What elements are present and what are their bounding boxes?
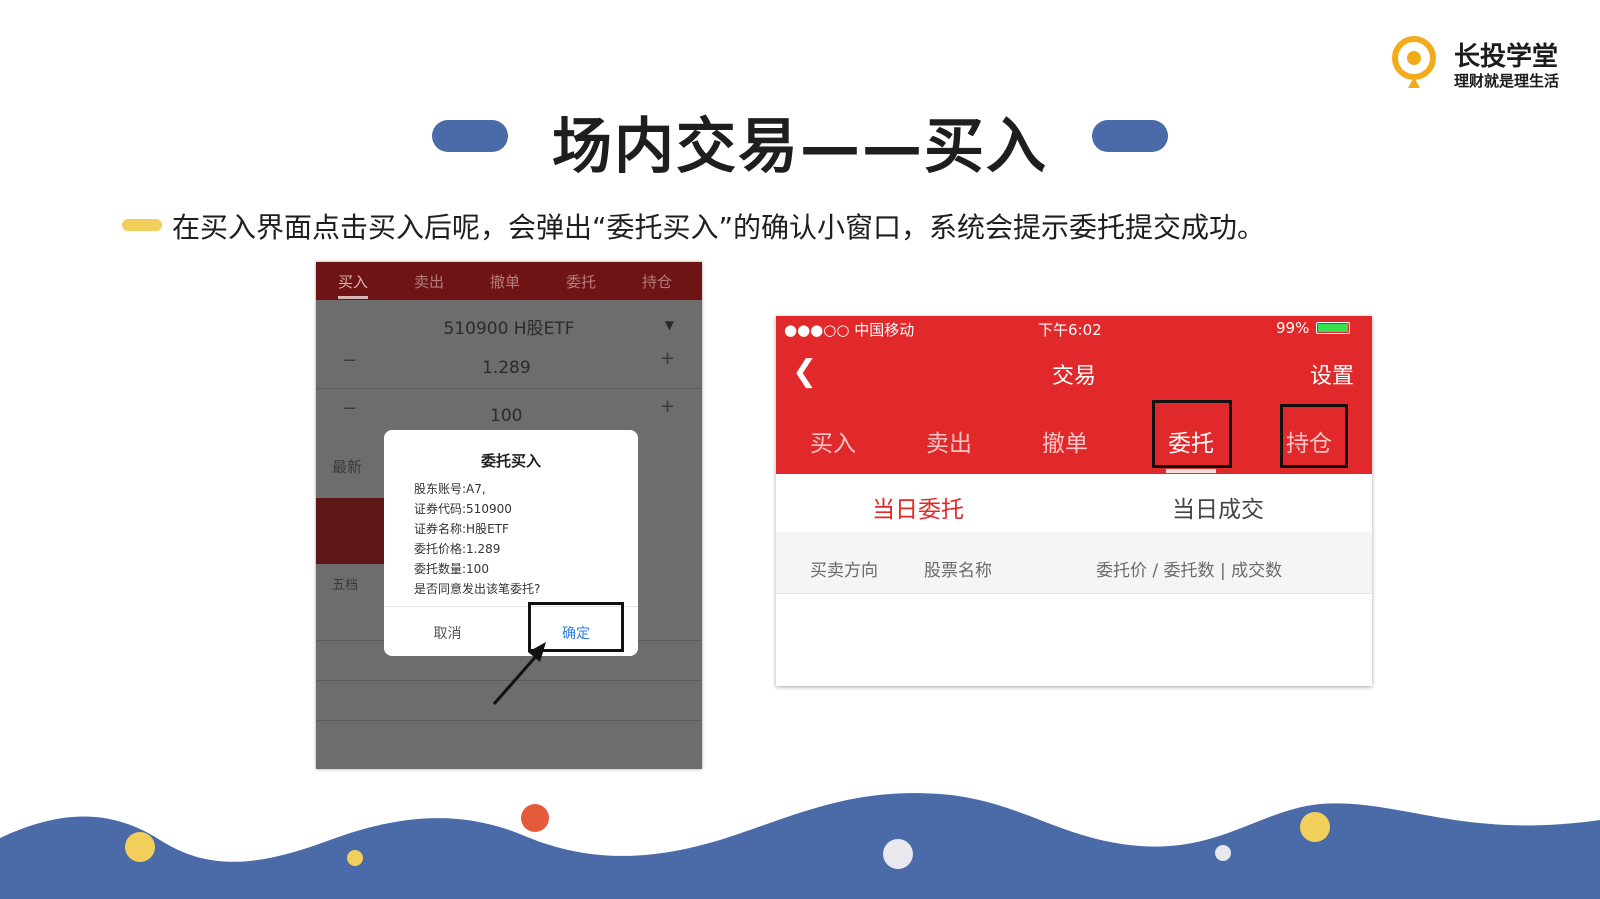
app-header: ●●●○○ 中国移动 下午6:02 99% ❮ 交易 设置 买入 卖出 撤单 委…: [776, 316, 1372, 474]
yellow-dot: [125, 832, 155, 862]
tab-cancel[interactable]: 撤单: [1042, 424, 1088, 458]
white-dot: [1215, 845, 1231, 861]
orders-screen-screenshot: ●●●○○ 中国移动 下午6:02 99% ❮ 交易 设置 买入 卖出 撤单 委…: [776, 316, 1372, 686]
buy-button[interactable]: [316, 498, 386, 564]
bullet-marker: [122, 219, 162, 231]
logo-slogan: 理财就是理生活: [1454, 72, 1560, 90]
dialog-account-line: 股东账号:A7,: [414, 482, 486, 496]
quantity-value[interactable]: 100: [490, 406, 522, 426]
battery-percent: 99%: [1276, 319, 1310, 337]
orange-dot: [521, 804, 549, 832]
active-tab-underline: [338, 296, 368, 299]
description-text: 在买入界面点击买入后呢，会弹出“委托买入”的确认小窗口，系统会提示委托提交成功。: [172, 211, 1266, 244]
buy-screen-tab-cancel[interactable]: 撤单: [490, 271, 520, 292]
carrier-status: ●●●○○ 中国移动: [784, 321, 915, 339]
battery-level: [1318, 324, 1348, 332]
dialog-quantity-line: 委托数量:100: [414, 562, 489, 576]
chevron-down-icon[interactable]: ▼: [665, 318, 674, 332]
settings-button[interactable]: 设置: [1310, 358, 1354, 390]
positions-tab-highlight-box: [1280, 404, 1348, 468]
buy-screen-tab-orders[interactable]: 委托: [566, 271, 596, 292]
buy-screen-tab-buy[interactable]: 买入: [338, 271, 368, 292]
yellow-dot: [347, 850, 363, 866]
nav-title: 交易: [1051, 364, 1096, 389]
confirm-buy-dialog: 委托买入 股东账号:A7, 证券代码:510900 证券名称:H股ETF 委托价…: [384, 430, 638, 656]
active-tab-underline: [1166, 469, 1216, 473]
logo-name: 长投学堂: [1454, 42, 1559, 72]
subtab-today-orders[interactable]: 当日委托: [872, 490, 964, 524]
price-value[interactable]: 1.289: [482, 358, 531, 378]
column-stock-name: 股票名称: [924, 561, 992, 581]
divider: [316, 388, 702, 389]
divider: [316, 720, 702, 721]
buy-screen-tab-positions[interactable]: 持仓: [642, 271, 672, 292]
latest-price-label: 最新: [332, 458, 363, 476]
stock-selector[interactable]: 510900 H股ETF: [316, 314, 702, 339]
price-plus-icon[interactable]: +: [660, 348, 675, 369]
decorative-wave-footer: [0, 793, 1600, 899]
dialog-title: 委托买入: [480, 452, 541, 470]
battery-icon: [1316, 322, 1350, 334]
orders-tab-highlight-box: [1152, 400, 1232, 468]
white-dot: [883, 839, 913, 869]
subtab-today-trades[interactable]: 当日成交: [1172, 490, 1264, 524]
price-minus-icon[interactable]: −: [342, 350, 357, 371]
buy-screen-tab-bar: 买入 卖出 撤单 委托 持仓: [316, 262, 702, 300]
dialog-question-line: 是否同意发出该笔委托?: [414, 582, 541, 596]
quantity-plus-icon[interactable]: +: [660, 396, 675, 417]
column-direction: 买卖方向: [810, 561, 878, 581]
column-price-quantity: 委托价 / 委托数 | 成交数: [1096, 561, 1283, 581]
five-levels-label[interactable]: 五档: [332, 574, 358, 593]
buy-screen-tab-sell[interactable]: 卖出: [414, 271, 444, 292]
yellow-dot: [1300, 812, 1330, 842]
clock: 下午6:02: [1038, 321, 1102, 339]
pointer-arrow-icon: [492, 642, 546, 705]
dialog-price-line: 委托价格:1.289: [414, 542, 501, 556]
quantity-minus-icon[interactable]: −: [342, 398, 357, 419]
tab-sell[interactable]: 卖出: [926, 424, 972, 458]
tab-buy[interactable]: 买入: [810, 424, 856, 458]
lightbulb-logo-icon: [1392, 36, 1436, 88]
page-title: 场内交易——买入: [552, 112, 1048, 182]
brand-logo: 长投学堂 理财就是理生活: [1390, 34, 1580, 94]
dialog-name-line: 证券名称:H股ETF: [414, 522, 509, 536]
dialog-code-line: 证券代码:510900: [414, 502, 512, 516]
